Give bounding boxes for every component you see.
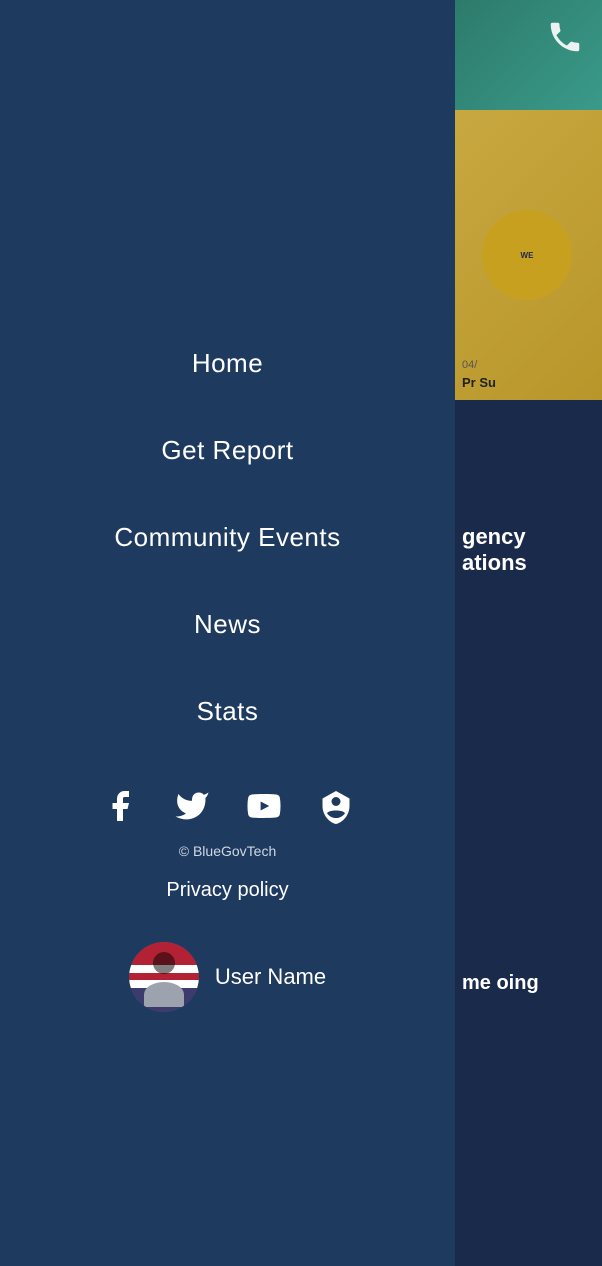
home-link[interactable]: Home — [192, 348, 263, 378]
phone-button[interactable] — [546, 18, 584, 56]
sidebar: Home Get Report Community Events News St… — [0, 0, 455, 1266]
youtube-icon — [246, 788, 282, 824]
phone-icon — [546, 18, 584, 56]
right-panel: WE 04/ Pr Su gency ations me oing — [452, 0, 602, 1266]
sidebar-item-stats[interactable]: Stats — [0, 668, 455, 755]
news-link[interactable]: News — [194, 609, 261, 639]
user-avatar[interactable] — [129, 942, 199, 1012]
facebook-icon — [102, 788, 138, 824]
twitter-icon — [174, 788, 210, 824]
twitter-button[interactable] — [171, 785, 213, 827]
sidebar-item-get-report[interactable]: Get Report — [0, 407, 455, 494]
image-card-2: WE 04/ Pr Su — [452, 110, 602, 400]
copyright-text: © BlueGovTech — [179, 843, 276, 859]
dark-section-1: gency ations — [452, 400, 602, 700]
avatar-image — [129, 942, 199, 1012]
get-report-link[interactable]: Get Report — [161, 435, 293, 465]
sidebar-item-home[interactable]: Home — [0, 320, 455, 407]
partial-text-2: me oing — [462, 969, 539, 997]
partial-text-1: gency ations — [462, 524, 592, 577]
seal-emblem: WE — [482, 210, 572, 300]
facebook-button[interactable] — [99, 785, 141, 827]
privacy-policy-link[interactable]: Privacy policy — [166, 879, 288, 902]
social-row — [99, 785, 357, 827]
community-events-link[interactable]: Community Events — [114, 522, 340, 552]
bottom-section: me oing — [452, 700, 602, 1266]
user-name-label: User Name — [215, 964, 326, 990]
user-row: User Name — [129, 942, 326, 1012]
sidebar-item-community-events[interactable]: Community Events — [0, 494, 455, 581]
stats-link[interactable]: Stats — [197, 696, 259, 726]
sidebar-item-news[interactable]: News — [0, 581, 455, 668]
nav-menu: Home Get Report Community Events News St… — [0, 320, 455, 755]
youtube-button[interactable] — [243, 785, 285, 827]
badge-button[interactable] — [315, 785, 357, 827]
badge-icon — [318, 788, 354, 824]
